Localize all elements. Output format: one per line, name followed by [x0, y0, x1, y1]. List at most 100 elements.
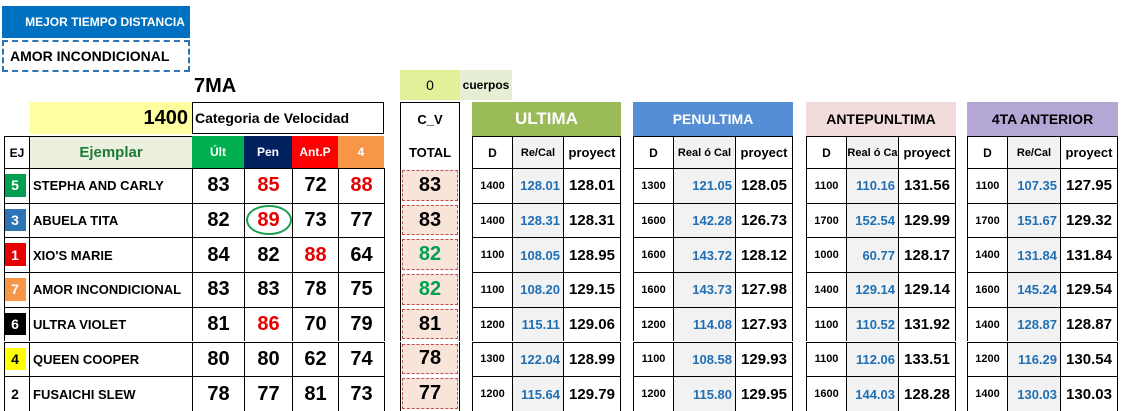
total-score: 83 — [402, 204, 458, 236]
distance-value: 1100 — [806, 341, 846, 377]
best-time-title: MEJOR TIEMPO DISTANCIA — [2, 6, 190, 38]
horse-name[interactable]: QUEEN COOPER — [30, 341, 192, 377]
total-score: 82 — [402, 239, 458, 271]
recal-value: 122.04 — [512, 341, 563, 377]
recal-value: 130.03 — [1007, 376, 1060, 411]
proyect-value: 131.84 — [1060, 237, 1118, 273]
section-penultima-rc-header: Real ó Cal — [673, 136, 735, 168]
col-divider — [384, 168, 385, 203]
proyect-value: 128.95 — [563, 237, 621, 273]
proyect-value: 130.03 — [1060, 376, 1118, 411]
col-divider — [384, 237, 385, 273]
rating-four: 75 — [338, 272, 384, 307]
horse-name[interactable]: STEPHA AND CARLY — [30, 168, 192, 203]
recal-value: 110.16 — [846, 168, 898, 203]
ej-number: 2 — [4, 382, 26, 405]
distance-value: 1100 — [472, 237, 512, 273]
proyect-value: 128.17 — [898, 237, 956, 273]
header-antp: Ant.P — [292, 136, 338, 168]
recal-value: 114.08 — [673, 306, 735, 342]
proyect-value: 131.92 — [898, 306, 956, 342]
section-penultima-proyect-header: proyect — [735, 136, 793, 168]
ej-number: 1 — [4, 243, 26, 267]
proyect-value: 129.15 — [563, 272, 621, 307]
rating-pen: 86 — [244, 306, 292, 342]
distance-value: 1400 — [967, 306, 1007, 342]
distance-value: 1200 — [472, 306, 512, 342]
header-pen: Pen — [244, 136, 292, 168]
rating-four: 79 — [338, 306, 384, 342]
rating-four: 64 — [338, 237, 384, 273]
rating-antp: 70 — [292, 306, 338, 342]
distance-value: 1400 — [967, 376, 1007, 411]
recal-value: 128.87 — [1007, 306, 1060, 342]
distance-value: 1100 — [633, 341, 673, 377]
proyect-value: 128.12 — [735, 237, 793, 273]
distance-value: 1600 — [967, 272, 1007, 307]
rating-pen: 80 — [244, 341, 292, 377]
cv-value[interactable]: 0 — [400, 70, 460, 100]
section-cuarta-rc-header: Re/Cal — [1007, 136, 1060, 168]
rating-antp: 73 — [292, 202, 338, 238]
best-horse-name[interactable]: AMOR INCONDICIONAL — [2, 40, 190, 72]
distance-value: 1700 — [967, 202, 1007, 238]
rating-ult: 84 — [192, 237, 244, 273]
race-distance[interactable]: 1400 — [30, 102, 192, 134]
rating-pen: 77 — [244, 376, 292, 411]
col-divider — [384, 272, 385, 307]
recal-value: 151.67 — [1007, 202, 1060, 238]
section-penultima-header: PENULTIMA — [633, 102, 793, 136]
horse-name[interactable]: ULTRA VIOLET — [30, 306, 192, 342]
proyect-value: 130.54 — [1060, 341, 1118, 377]
rating-ult: 83 — [192, 168, 244, 203]
total-score: 82 — [402, 274, 458, 305]
distance-value: 1200 — [633, 306, 673, 342]
total-score: 77 — [402, 378, 458, 409]
distance-value: 1700 — [806, 202, 846, 238]
rating-four: 77 — [338, 202, 384, 238]
horse-name[interactable]: ABUELA TITA — [30, 202, 192, 238]
section-cuarta-header: 4TA ANTERIOR — [967, 102, 1118, 136]
recal-value: 115.11 — [512, 306, 563, 342]
distance-value: 1100 — [472, 272, 512, 307]
distance-value: 1400 — [472, 168, 512, 203]
recal-value: 60.77 — [846, 237, 898, 273]
total-score: 78 — [402, 343, 458, 375]
section-cuarta-proyect-header: proyect — [1060, 136, 1118, 168]
header-ult: Últ — [192, 136, 244, 168]
recal-value: 115.80 — [673, 376, 735, 411]
rating-antp: 88 — [292, 237, 338, 273]
cuerpos-label: cuerpos — [460, 70, 512, 100]
proyect-value: 129.95 — [735, 376, 793, 411]
proyect-value: 128.87 — [1060, 306, 1118, 342]
distance-value: 1600 — [633, 237, 673, 273]
recal-value: 108.20 — [512, 272, 563, 307]
rating-pen: 83 — [244, 272, 292, 307]
distance-value: 1000 — [806, 237, 846, 273]
distance-value: 1200 — [633, 376, 673, 411]
total-score: 81 — [402, 308, 458, 340]
distance-value: 1100 — [806, 306, 846, 342]
section-ultima-header: ULTIMA — [472, 102, 621, 136]
section-antepenultima-d-header: D — [806, 136, 846, 168]
horse-name[interactable]: XIO'S MARIE — [30, 237, 192, 272]
horse-name[interactable]: AMOR INCONDICIONAL — [30, 272, 192, 307]
ej-number: 3 — [4, 208, 26, 232]
recal-value: 142.28 — [673, 202, 735, 238]
proyect-value: 127.95 — [1060, 168, 1118, 203]
recal-value: 128.01 — [512, 168, 563, 203]
proyect-value: 127.98 — [735, 272, 793, 307]
distance-value: 1400 — [806, 272, 846, 307]
section-penultima-d-header: D — [633, 136, 673, 168]
col-divider — [384, 202, 385, 238]
distance-value: 1600 — [806, 376, 846, 411]
distance-value: 1400 — [967, 237, 1007, 273]
section-antepenultima-header: ANTEPUNLTIMA — [806, 102, 956, 136]
horse-name[interactable]: FUSAICHI SLEW — [30, 376, 192, 411]
rating-antp: 78 — [292, 272, 338, 307]
rating-ult: 82 — [192, 202, 244, 238]
recal-value: 121.05 — [673, 168, 735, 203]
distance-value: 1100 — [967, 168, 1007, 203]
recal-value: 144.03 — [846, 376, 898, 411]
distance-value: 1200 — [472, 376, 512, 411]
